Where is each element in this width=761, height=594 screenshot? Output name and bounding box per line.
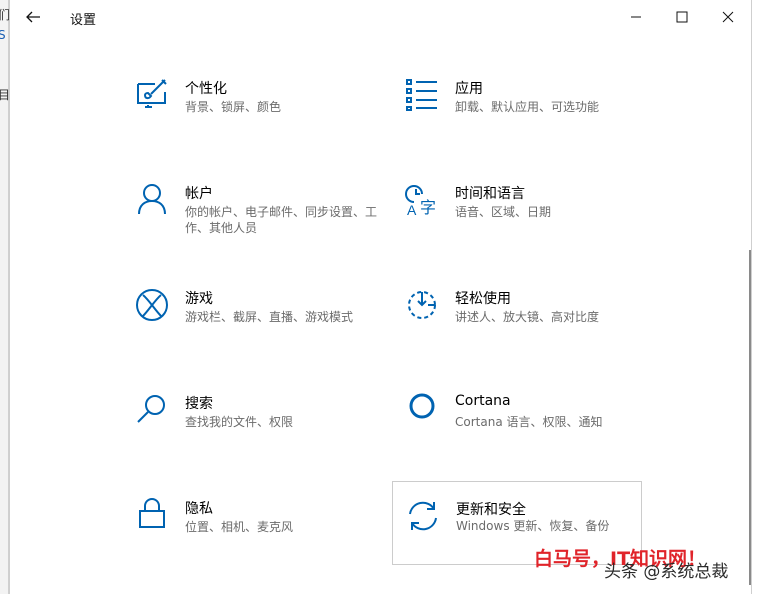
maximize-button[interactable]: [659, 0, 705, 34]
tile-apps[interactable]: 应用 卸载、默认应用、可选功能: [405, 78, 650, 162]
settings-window: 设置 个性化 背景、锁屏、颜色 应用 卸载、默认应用、可选功能 帐户 你的帐户、…: [9, 0, 752, 594]
update-sync-icon: [406, 499, 440, 533]
watermark-source: 头条 @系统总裁: [604, 562, 729, 582]
time-language-icon: A 字: [405, 183, 439, 218]
account-icon: [135, 183, 169, 217]
tile-personalization[interactable]: 个性化 背景、锁屏、颜色: [135, 78, 380, 162]
maximize-icon: [676, 11, 688, 23]
tile-search[interactable]: 搜索 查找我的文件、权限: [135, 393, 380, 477]
tile-description: 讲述人、放大镜、高对比度: [455, 310, 600, 324]
minimize-icon: [631, 16, 641, 18]
personalization-icon: [135, 78, 169, 112]
tile-description: 你的帐户、电子邮件、同步设置、工作、其他人员: [185, 205, 378, 235]
apps-icon: [405, 78, 439, 112]
tile-label: Cortana: [455, 393, 511, 409]
tile-label: 更新和安全: [456, 502, 526, 518]
svg-text:字: 字: [420, 198, 436, 217]
tile-label: 应用: [455, 81, 483, 97]
tile-label: 搜索: [185, 396, 213, 412]
tile-label: 帐户: [185, 186, 213, 202]
tile-description: 背景、锁屏、颜色: [185, 100, 282, 114]
tile-time-language[interactable]: A 字 时间和语言 语音、区域、日期: [405, 183, 650, 267]
tile-accounts[interactable]: 帐户 你的帐户、电子邮件、同步设置、工作、其他人员: [135, 183, 380, 267]
tile-label: 游戏: [185, 291, 213, 307]
back-arrow-icon: [26, 11, 40, 23]
tile-label: 轻松使用: [455, 291, 511, 307]
cortana-icon: [405, 393, 439, 427]
privacy-lock-icon: [135, 498, 169, 532]
tile-label: 隐私: [185, 501, 213, 517]
title-bar: 设置: [10, 0, 751, 34]
tile-description: 游戏栏、截屏、直播、游戏模式: [185, 310, 354, 324]
background-text: S: [0, 28, 6, 42]
tile-label: 时间和语言: [455, 186, 525, 202]
scrollbar[interactable]: [749, 250, 751, 585]
back-button[interactable]: [20, 4, 46, 30]
tile-gaming[interactable]: 游戏 游戏栏、截屏、直播、游戏模式: [135, 288, 380, 372]
close-icon: [722, 11, 734, 23]
tile-description: 卸载、默认应用、可选功能: [455, 100, 600, 114]
tile-description: 语音、区域、日期: [455, 205, 552, 219]
tile-label: 个性化: [185, 81, 227, 97]
background-window-edge: 们 S 目: [0, 0, 10, 594]
minimize-button[interactable]: [613, 0, 659, 34]
tile-description: Windows 更新、恢复、备份: [456, 519, 610, 533]
tile-description: Cortana 语言、权限、通知: [455, 415, 603, 429]
search-icon: [135, 393, 169, 427]
gaming-icon: [135, 288, 169, 322]
tile-description: 位置、相机、麦克风: [185, 520, 294, 534]
tile-cortana[interactable]: Cortana Cortana 语言、权限、通知: [405, 393, 650, 477]
tile-ease-of-access[interactable]: 轻松使用 讲述人、放大镜、高对比度: [405, 288, 650, 372]
close-button[interactable]: [705, 0, 751, 34]
svg-text:A: A: [407, 202, 417, 217]
window-title: 设置: [70, 13, 97, 28]
tile-privacy[interactable]: 隐私 位置、相机、麦克风: [135, 498, 380, 582]
ease-of-access-icon: [405, 288, 439, 322]
tile-description: 查找我的文件、权限: [185, 415, 294, 429]
